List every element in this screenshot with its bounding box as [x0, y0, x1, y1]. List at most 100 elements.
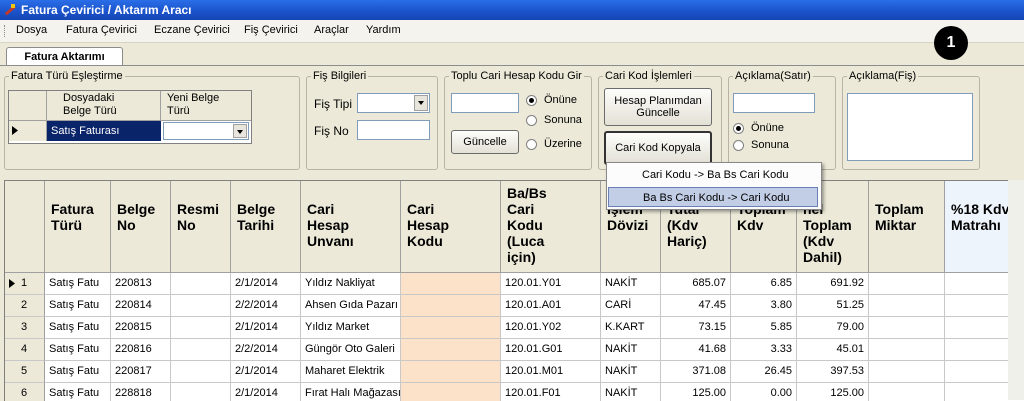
row-header[interactable]: 4 — [5, 339, 45, 361]
cell-resmi-no[interactable] — [171, 361, 231, 383]
cell-cari-hesap-kodu[interactable] — [401, 273, 501, 295]
header-belge-no[interactable]: Belge No — [111, 181, 171, 273]
cell-belge-no[interactable]: 220813 — [111, 273, 171, 295]
cell-belge-no[interactable]: 220816 — [111, 339, 171, 361]
cell-genel-toplam[interactable]: 691.92 — [797, 273, 869, 295]
vertical-scrollbar[interactable] — [1008, 180, 1024, 400]
hesap-planimdan-guncelle-button[interactable]: Hesap Planımdan Güncelle — [604, 88, 712, 126]
cell-toplam-kdv[interactable]: 0.00 — [731, 383, 797, 401]
row-header[interactable]: 3 — [5, 317, 45, 339]
cell-cari-hesap-kodu[interactable] — [401, 295, 501, 317]
uzerine-radio[interactable] — [526, 139, 537, 150]
cell-resmi-no[interactable] — [171, 383, 231, 401]
row-header[interactable]: 2 — [5, 295, 45, 317]
cell-belge-no[interactable]: 220815 — [111, 317, 171, 339]
cell-cari-hesap-kodu[interactable] — [401, 383, 501, 401]
cell-cari-hesap-unvani[interactable]: Ahsen Gıda Pazarı — [301, 295, 401, 317]
header-cari-hesap-unvani[interactable]: Cari Hesap Unvanı — [301, 181, 401, 273]
cell-tutar[interactable]: 371.08 — [661, 361, 731, 383]
yeni-belge-turu-combo[interactable] — [163, 122, 249, 140]
chevron-down-icon[interactable] — [233, 124, 247, 138]
guncelle-button[interactable]: Güncelle — [451, 130, 519, 154]
header-resmi-no[interactable]: Resmi No — [171, 181, 231, 273]
menu-fis-cevirici[interactable]: Fiş Çevirici — [244, 24, 298, 36]
cell-genel-toplam[interactable]: 125.00 — [797, 383, 869, 401]
cell-tutar[interactable]: 685.07 — [661, 273, 731, 295]
cell-resmi-no[interactable] — [171, 317, 231, 339]
cell-belge-no[interactable]: 228818 — [111, 383, 171, 401]
chevron-down-icon[interactable] — [414, 95, 428, 111]
cell-resmi-no[interactable] — [171, 273, 231, 295]
cell-cari-hesap-unvani[interactable]: Yıldız Nakliyat — [301, 273, 401, 295]
cell-toplam-miktar[interactable] — [869, 339, 945, 361]
toplu-cari-input[interactable] — [451, 93, 519, 113]
fis-tipi-combo[interactable] — [357, 93, 430, 113]
menu-yardim[interactable]: Yardım — [366, 24, 401, 36]
menu-item-babs-to-cari[interactable]: Ba Bs Cari Kodu -> Cari Kodu — [608, 187, 818, 207]
cell-fatura-turu[interactable]: Satış Fatu — [45, 317, 111, 339]
cell-babs-cari-kodu[interactable]: 120.01.M01 — [501, 361, 601, 383]
header-cari-hesap-kodu[interactable]: Cari Hesap Kodu — [401, 181, 501, 273]
cell-islem-dovizi[interactable]: NAKİT — [601, 361, 661, 383]
cell-fatura-turu[interactable]: Satış Fatu — [45, 295, 111, 317]
cell-islem-dovizi[interactable]: K.KART — [601, 317, 661, 339]
menu-fatura-cevirici[interactable]: Fatura Çevirici — [66, 24, 137, 36]
menu-dosya[interactable]: Dosya — [16, 24, 47, 36]
header-babs-cari-kodu[interactable]: Ba/Bs Cari Kodu (Luca için) — [501, 181, 601, 273]
row-header[interactable]: 1 — [5, 273, 45, 295]
cari-kod-kopyala-button[interactable]: Cari Kod Kopyala — [604, 131, 712, 165]
cell-islem-dovizi[interactable]: NAKİT — [601, 339, 661, 361]
dosyadaki-belge-turu-cell[interactable]: Satış Faturası — [47, 121, 161, 141]
cell-cari-hesap-unvani[interactable]: Güngör Oto Galeri — [301, 339, 401, 361]
cell-islem-dovizi[interactable]: NAKİT — [601, 383, 661, 401]
cell-babs-cari-kodu[interactable]: 120.01.A01 — [501, 295, 601, 317]
cell-fatura-turu[interactable]: Satış Fatu — [45, 339, 111, 361]
aciklama-fis-input[interactable] — [847, 93, 973, 161]
cell-genel-toplam[interactable]: 45.01 — [797, 339, 869, 361]
cell-islem-dovizi[interactable]: NAKİT — [601, 273, 661, 295]
satir-sonuna-radio[interactable] — [733, 140, 744, 151]
onune-radio[interactable] — [526, 95, 537, 106]
sonuna-radio[interactable] — [526, 115, 537, 126]
cell-tutar[interactable]: 125.00 — [661, 383, 731, 401]
cell-tutar[interactable]: 73.15 — [661, 317, 731, 339]
menu-eczane-cevirici[interactable]: Eczane Çevirici — [154, 24, 230, 36]
cell-tutar[interactable]: 41.68 — [661, 339, 731, 361]
cell-toplam-kdv[interactable]: 3.80 — [731, 295, 797, 317]
cell-babs-cari-kodu[interactable]: 120.01.F01 — [501, 383, 601, 401]
cell-toplam-miktar[interactable] — [869, 317, 945, 339]
cell-genel-toplam[interactable]: 79.00 — [797, 317, 869, 339]
menu-araclar[interactable]: Araçlar — [314, 24, 349, 36]
cell-cari-hesap-kodu[interactable] — [401, 339, 501, 361]
cell-babs-cari-kodu[interactable]: 120.01.Y01 — [501, 273, 601, 295]
row-header[interactable]: 5 — [5, 361, 45, 383]
cell-belge-tarihi[interactable]: 2/1/2014 — [231, 361, 301, 383]
cell-fatura-turu[interactable]: Satış Fatu — [45, 383, 111, 401]
cell-toplam-miktar[interactable] — [869, 383, 945, 401]
cell-cari-hesap-kodu[interactable] — [401, 361, 501, 383]
cell-cari-hesap-kodu[interactable] — [401, 317, 501, 339]
satir-onune-radio[interactable] — [733, 123, 744, 134]
cell-fatura-turu[interactable]: Satış Fatu — [45, 273, 111, 295]
cell-belge-no[interactable]: 220814 — [111, 295, 171, 317]
aciklama-satir-input[interactable] — [733, 93, 815, 113]
cell-toplam-kdv[interactable]: 3.33 — [731, 339, 797, 361]
header-belge-tarihi[interactable]: Belge Tarihi — [231, 181, 301, 273]
cell-cari-hesap-unvani[interactable]: Yıldız Market — [301, 317, 401, 339]
cell-genel-toplam[interactable]: 51.25 — [797, 295, 869, 317]
cell-babs-cari-kodu[interactable]: 120.01.Y02 — [501, 317, 601, 339]
cell-resmi-no[interactable] — [171, 339, 231, 361]
cell-toplam-kdv[interactable]: 6.85 — [731, 273, 797, 295]
cell-fatura-turu[interactable]: Satış Fatu — [45, 361, 111, 383]
tab-fatura-aktarimi[interactable]: Fatura Aktarımı — [6, 47, 123, 66]
cell-resmi-no[interactable] — [171, 295, 231, 317]
cell-genel-toplam[interactable]: 397.53 — [797, 361, 869, 383]
cell-belge-tarihi[interactable]: 2/1/2014 — [231, 383, 301, 401]
cell-belge-tarihi[interactable]: 2/2/2014 — [231, 295, 301, 317]
cell-tutar[interactable]: 47.45 — [661, 295, 731, 317]
cell-belge-tarihi[interactable]: 2/2/2014 — [231, 339, 301, 361]
cell-belge-tarihi[interactable]: 2/1/2014 — [231, 273, 301, 295]
cell-toplam-miktar[interactable] — [869, 295, 945, 317]
cell-cari-hesap-unvani[interactable]: Fırat Halı Mağazası — [301, 383, 401, 401]
cell-islem-dovizi[interactable]: CARİ — [601, 295, 661, 317]
